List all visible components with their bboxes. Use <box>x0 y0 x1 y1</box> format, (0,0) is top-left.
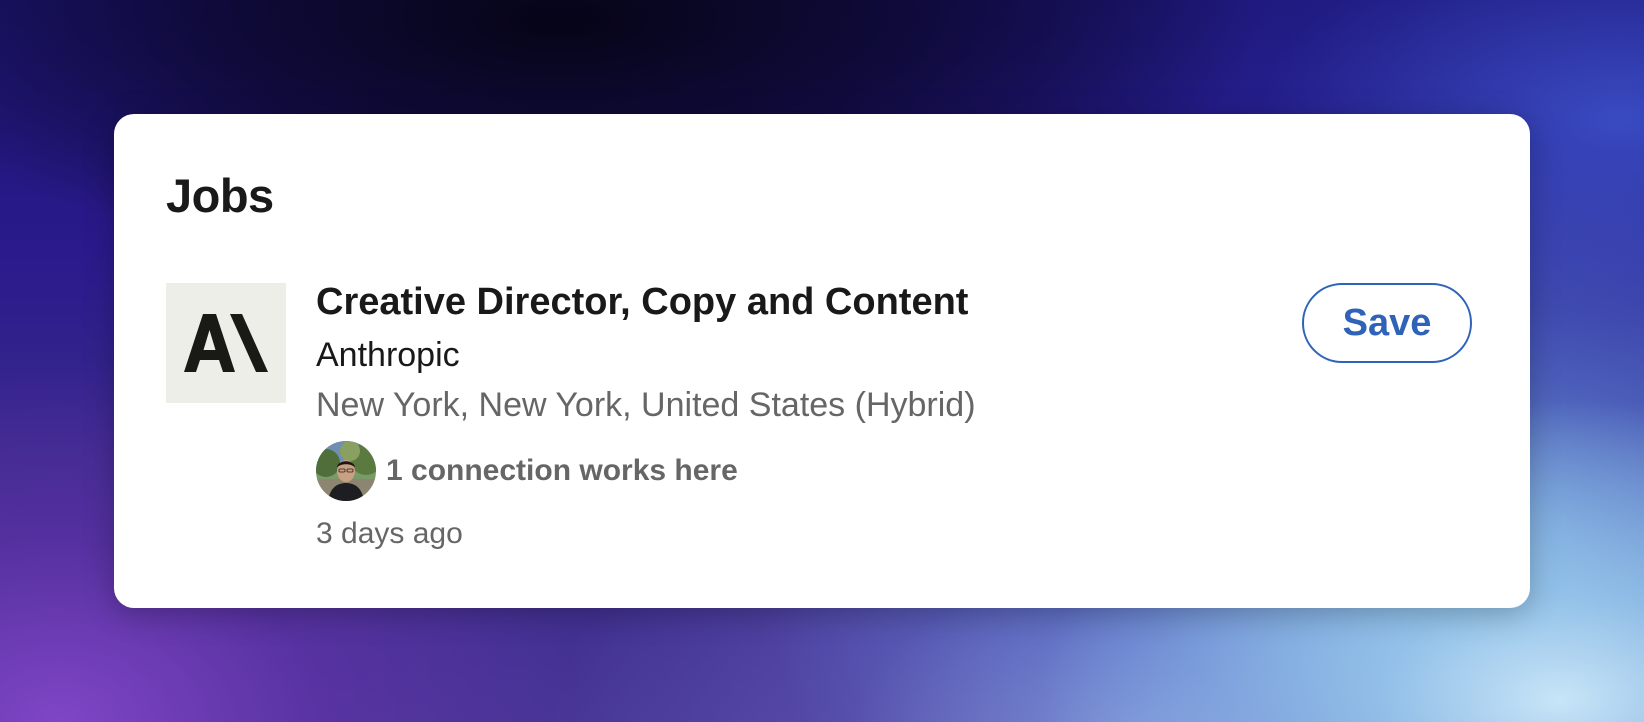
job-title[interactable]: Creative Director, Copy and Content <box>316 276 976 328</box>
connections-text[interactable]: 1 connection works here <box>386 454 738 488</box>
avatar[interactable] <box>316 441 376 501</box>
company-name[interactable]: Anthropic <box>316 330 976 380</box>
section-title: Jobs <box>166 169 274 222</box>
connection-avatar-icon <box>316 441 376 501</box>
job-details: Creative Director, Copy and Content Anth… <box>316 276 976 556</box>
posted-time: 3 days ago <box>316 517 463 550</box>
connections-row[interactable]: 1 connection works here <box>316 440 976 502</box>
company-logo[interactable] <box>166 283 286 403</box>
save-button[interactable]: Save <box>1302 283 1472 363</box>
job-card: Jobs Creative Director, Copy and Content… <box>114 114 1530 608</box>
anthropic-logo-icon <box>184 314 268 372</box>
job-location: New York, New York, United States (Hybri… <box>316 386 976 424</box>
